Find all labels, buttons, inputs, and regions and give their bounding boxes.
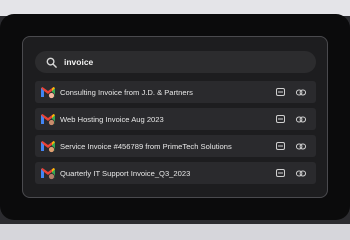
search-icon xyxy=(44,55,58,69)
gmail-icon xyxy=(40,85,56,99)
link-icon[interactable] xyxy=(296,141,306,151)
bottom-background-strip xyxy=(0,224,350,240)
result-item[interactable]: Quarterly IT Support Invoice_Q3_2023 xyxy=(35,162,316,184)
search-bar[interactable] xyxy=(35,51,316,73)
message-icon[interactable] xyxy=(275,87,285,97)
gmail-icon xyxy=(40,139,56,153)
message-icon[interactable] xyxy=(275,168,285,178)
search-input[interactable] xyxy=(64,57,304,67)
row-actions xyxy=(275,87,306,97)
results-list: Consulting Invoice from J.D. & Partners xyxy=(35,81,316,189)
link-icon[interactable] xyxy=(296,168,306,178)
row-actions xyxy=(275,114,306,124)
message-icon[interactable] xyxy=(275,141,285,151)
result-item[interactable]: Service Invoice #456789 from PrimeTech S… xyxy=(35,135,316,157)
search-panel: Consulting Invoice from J.D. & Partners xyxy=(22,36,328,198)
link-icon[interactable] xyxy=(296,87,306,97)
gmail-icon xyxy=(40,112,56,126)
result-title: Service Invoice #456789 from PrimeTech S… xyxy=(60,141,232,151)
row-actions xyxy=(275,168,306,178)
result-title: Web Hosting Invoice Aug 2023 xyxy=(60,114,164,124)
row-actions xyxy=(275,141,306,151)
result-title: Consulting Invoice from J.D. & Partners xyxy=(60,87,193,97)
link-icon[interactable] xyxy=(296,114,306,124)
result-item[interactable]: Consulting Invoice from J.D. & Partners xyxy=(35,81,316,103)
result-title: Quarterly IT Support Invoice_Q3_2023 xyxy=(60,168,191,178)
gmail-icon xyxy=(40,166,56,180)
result-item[interactable]: Web Hosting Invoice Aug 2023 xyxy=(35,108,316,130)
message-icon[interactable] xyxy=(275,114,285,124)
